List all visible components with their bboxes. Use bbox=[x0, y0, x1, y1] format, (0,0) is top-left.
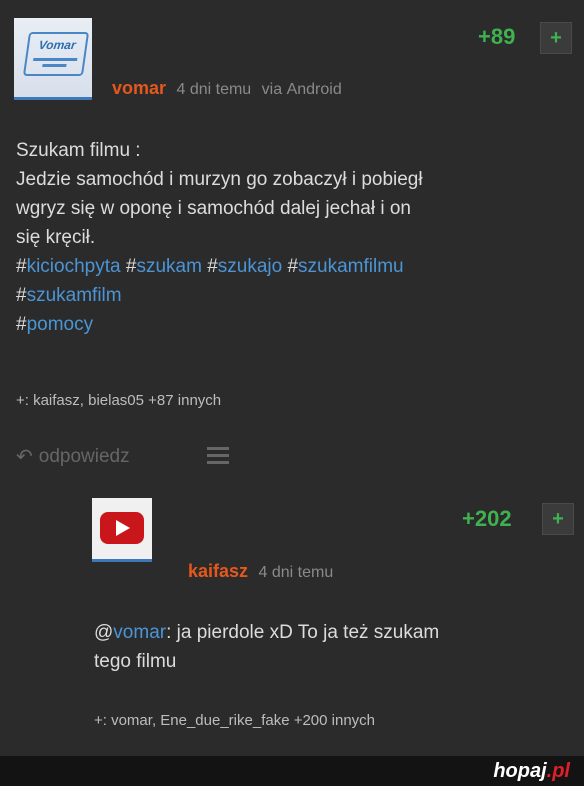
reply-body: @vomar: ja pierdole xD To ja też szukam … bbox=[94, 618, 574, 676]
youtube-logo-icon bbox=[100, 512, 144, 544]
reply-line: @vomar: ja pierdole xD To ja też szukam bbox=[94, 618, 574, 647]
reply-time: 4 dni temu bbox=[258, 564, 334, 581]
tag-link[interactable]: #szukajo bbox=[207, 256, 282, 277]
mention-link[interactable]: @vomar bbox=[94, 622, 166, 643]
reply-upvote-button[interactable]: + bbox=[542, 503, 574, 535]
post-line: się kręcił. bbox=[16, 227, 96, 248]
post-header: vomar 4 dni temu via Android bbox=[112, 78, 342, 99]
reply-arrow-icon: ↶ bbox=[16, 446, 33, 468]
reply-voters[interactable]: +: vomar, Ene_due_rike_fake +200 innych bbox=[94, 712, 375, 729]
upvote-button[interactable]: + bbox=[540, 22, 572, 54]
reply-label: odpowiedz bbox=[38, 445, 130, 467]
avatar-logo-text: Vomar bbox=[37, 38, 77, 52]
post-line: Jedzie samochód i murzyn go zobaczył i p… bbox=[16, 169, 423, 190]
site-watermark: hopaj.pl bbox=[493, 760, 570, 782]
reply-button[interactable]: ↶ odpowiedz bbox=[16, 444, 130, 469]
logo-swoosh bbox=[42, 64, 67, 67]
reply-header: kaifasz 4 dni temu bbox=[188, 561, 333, 582]
tag-link[interactable]: #szukamfilm bbox=[16, 285, 122, 306]
post-score: +89 bbox=[478, 24, 516, 49]
post-line: wgryz się w oponę i samochód dalej jecha… bbox=[16, 198, 411, 219]
logo-swoosh bbox=[33, 58, 78, 61]
vomar-logo-icon: Vomar bbox=[22, 32, 90, 76]
tags-line: #szukamfilm bbox=[16, 281, 576, 310]
reply-author-link[interactable]: kaifasz bbox=[188, 561, 248, 581]
hamburger-menu-icon[interactable] bbox=[207, 447, 229, 468]
tag-link[interactable]: #pomocy bbox=[16, 314, 93, 335]
tag-link[interactable]: #szukam bbox=[126, 256, 202, 277]
post-time: 4 dni temu bbox=[176, 81, 252, 98]
tags-line: #kiciochpyta #szukam #szukajo #szukamfil… bbox=[16, 252, 576, 281]
avatar-kaifasz[interactable] bbox=[92, 498, 152, 562]
post-voters[interactable]: +: kaifasz, bielas05 +87 innych bbox=[16, 392, 221, 409]
tag-link[interactable]: #kiciochpyta bbox=[16, 256, 121, 277]
tag-link[interactable]: #szukamfilmu bbox=[287, 256, 403, 277]
post-author-link[interactable]: vomar bbox=[112, 78, 166, 98]
tags-line: #pomocy bbox=[16, 310, 576, 339]
reply-line: tego filmu bbox=[94, 651, 177, 672]
via-label: via bbox=[261, 81, 283, 98]
device-label: Android bbox=[286, 81, 342, 98]
post-body: Szukam filmu : Jedzie samochód i murzyn … bbox=[16, 136, 576, 339]
post-line: Szukam filmu : bbox=[16, 140, 141, 161]
reply-text: : ja pierdole xD To ja też szukam bbox=[166, 622, 440, 643]
avatar-vomar[interactable]: Vomar bbox=[14, 18, 92, 100]
reply-score: +202 bbox=[462, 506, 512, 531]
